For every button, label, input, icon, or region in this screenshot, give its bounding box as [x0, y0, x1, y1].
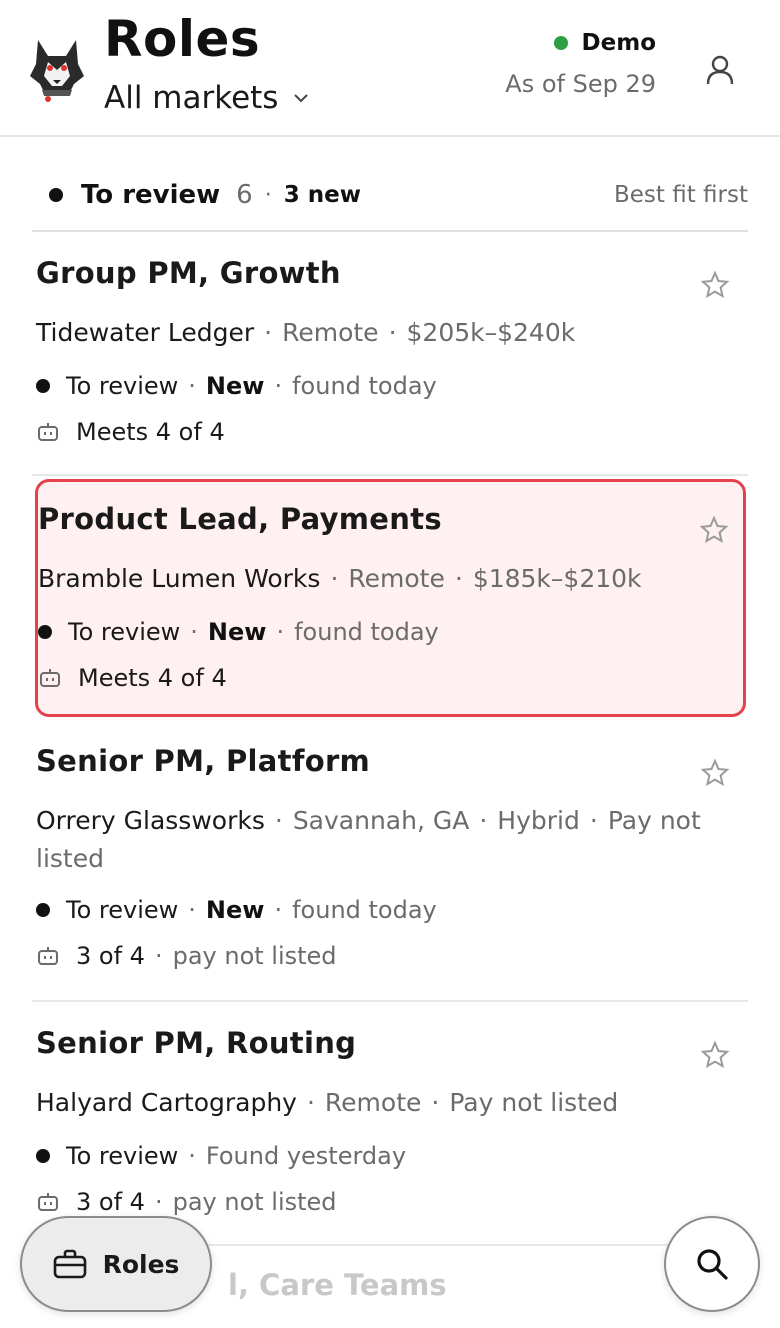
role-title-partial[interactable]: l, Care Teams [228, 1268, 447, 1302]
star-icon[interactable] [699, 515, 729, 545]
role-match-line: Meets 4 of 4 [36, 418, 225, 446]
role-status-line: To review · New · found today [36, 896, 437, 924]
role-status-line: To review · New · found today [36, 372, 437, 400]
roles-nav-label: Roles [102, 1249, 180, 1279]
role-status: To review [66, 1142, 179, 1170]
company-name: Tidewater Ledger [36, 318, 255, 347]
role-meta: Orrery Glassworks · Savannah, GA · Hybrid · Pa… [36, 806, 701, 873]
match-score: Meets 4 of 4 [76, 418, 225, 446]
star-icon[interactable] [700, 758, 730, 788]
husky-logo [30, 40, 84, 102]
robot-icon [38, 1193, 58, 1211]
company-name: Bramble Lumen Works [38, 564, 321, 593]
role-title: Senior PM, Platform [36, 744, 371, 778]
found-date: found today [294, 618, 439, 646]
chevron-down-icon [294, 94, 309, 103]
page-title: Roles [104, 10, 261, 68]
role-meta: Halyard Cartography · Remote · Pay not liste… [36, 1088, 619, 1117]
section-status: To review [81, 180, 221, 210]
role-status: To review [66, 372, 179, 400]
robot-icon [40, 669, 60, 687]
briefcase-icon [53, 1249, 86, 1279]
match-note: pay not listed [172, 942, 337, 970]
robot-icon [38, 423, 58, 441]
role-card[interactable]: Senior PM, Routing Halyard Cartography · R… [32, 1002, 748, 1246]
match-note: pay not listed [172, 1188, 337, 1216]
role-match-line: 3 of 4 · pay not listed [36, 1188, 337, 1216]
role-match-line: 3 of 4 · pay not listed [36, 942, 337, 970]
role-status-line: To review · Found yesterday [36, 1142, 406, 1170]
demo-badge: Demo [553, 30, 656, 56]
search-icon [697, 1249, 728, 1280]
demo-label: Demo [581, 30, 656, 56]
role-location: Remote [282, 318, 379, 347]
role-work-mode: Hybrid [497, 806, 580, 835]
role-meta: Tidewater Ledger · Remote · $205k–$240k [36, 318, 576, 347]
match-score: 3 of 4 [76, 942, 145, 970]
robot-icon [38, 947, 58, 965]
star-icon[interactable] [700, 270, 730, 300]
role-meta: Bramble Lumen Works · Remote · $185k–$210k [38, 564, 642, 593]
market-selector[interactable]: All markets [104, 80, 310, 116]
role-card[interactable]: Senior PM, Platform Orrery Glassworks · Sa… [32, 720, 748, 1002]
role-status: To review [68, 618, 181, 646]
role-status: To review [66, 896, 179, 924]
role-pay: Pay not listed [449, 1088, 619, 1117]
role-card-selected[interactable]: Product Lead, Payments Bramble Lumen Wor… [35, 479, 746, 717]
new-badge: New [205, 896, 265, 924]
role-match-line: Meets 4 of 4 [38, 664, 227, 692]
company-name: Orrery Glassworks [36, 806, 265, 835]
search-button[interactable] [664, 1216, 760, 1312]
match-score: Meets 4 of 4 [78, 664, 227, 692]
star-icon[interactable] [700, 1040, 730, 1070]
match-score: 3 of 4 [76, 1188, 145, 1216]
section-separator: · [264, 182, 272, 208]
role-location: Savannah, GA [292, 806, 470, 835]
role-card[interactable]: Group PM, Growth Tidewater Ledger · Remote… [32, 232, 748, 476]
app-header: Roles All markets Demo As of Sep 29 [0, 0, 780, 137]
role-status-line: To review · New · found today [38, 618, 439, 646]
status-dot-icon [36, 1149, 50, 1163]
role-title: Product Lead, Payments [38, 502, 442, 536]
status-dot-icon [36, 379, 50, 393]
section-count: 6 [236, 180, 253, 210]
user-icon[interactable] [700, 50, 740, 90]
market-label: All markets [104, 80, 279, 116]
role-title: Senior PM, Routing [36, 1026, 357, 1060]
status-bullet-icon [49, 188, 63, 202]
new-badge: New [207, 618, 267, 646]
as-of-date: As of Sep 29 [505, 70, 656, 98]
roles-nav-button[interactable]: Roles [20, 1216, 212, 1312]
found-date: found today [292, 372, 437, 400]
found-date: found today [292, 896, 437, 924]
status-dot-icon [36, 903, 50, 917]
company-name: Halyard Cartography [36, 1088, 297, 1117]
role-pay: $205k–$240k [406, 318, 576, 347]
role-location: Remote [324, 1088, 422, 1117]
status-dot-icon [553, 36, 568, 50]
section-new-count: 3 new [283, 182, 361, 208]
status-dot-icon [38, 625, 52, 639]
new-badge: New [205, 372, 265, 400]
sort-selector[interactable]: Best fit first [614, 182, 748, 208]
role-title: Group PM, Growth [36, 256, 341, 290]
found-date: Found yesterday [205, 1142, 407, 1170]
role-location: Remote [348, 564, 445, 593]
review-section-header: To review 6 · 3 new Best fit first [32, 160, 748, 232]
role-pay: $185k–$210k [472, 564, 642, 593]
